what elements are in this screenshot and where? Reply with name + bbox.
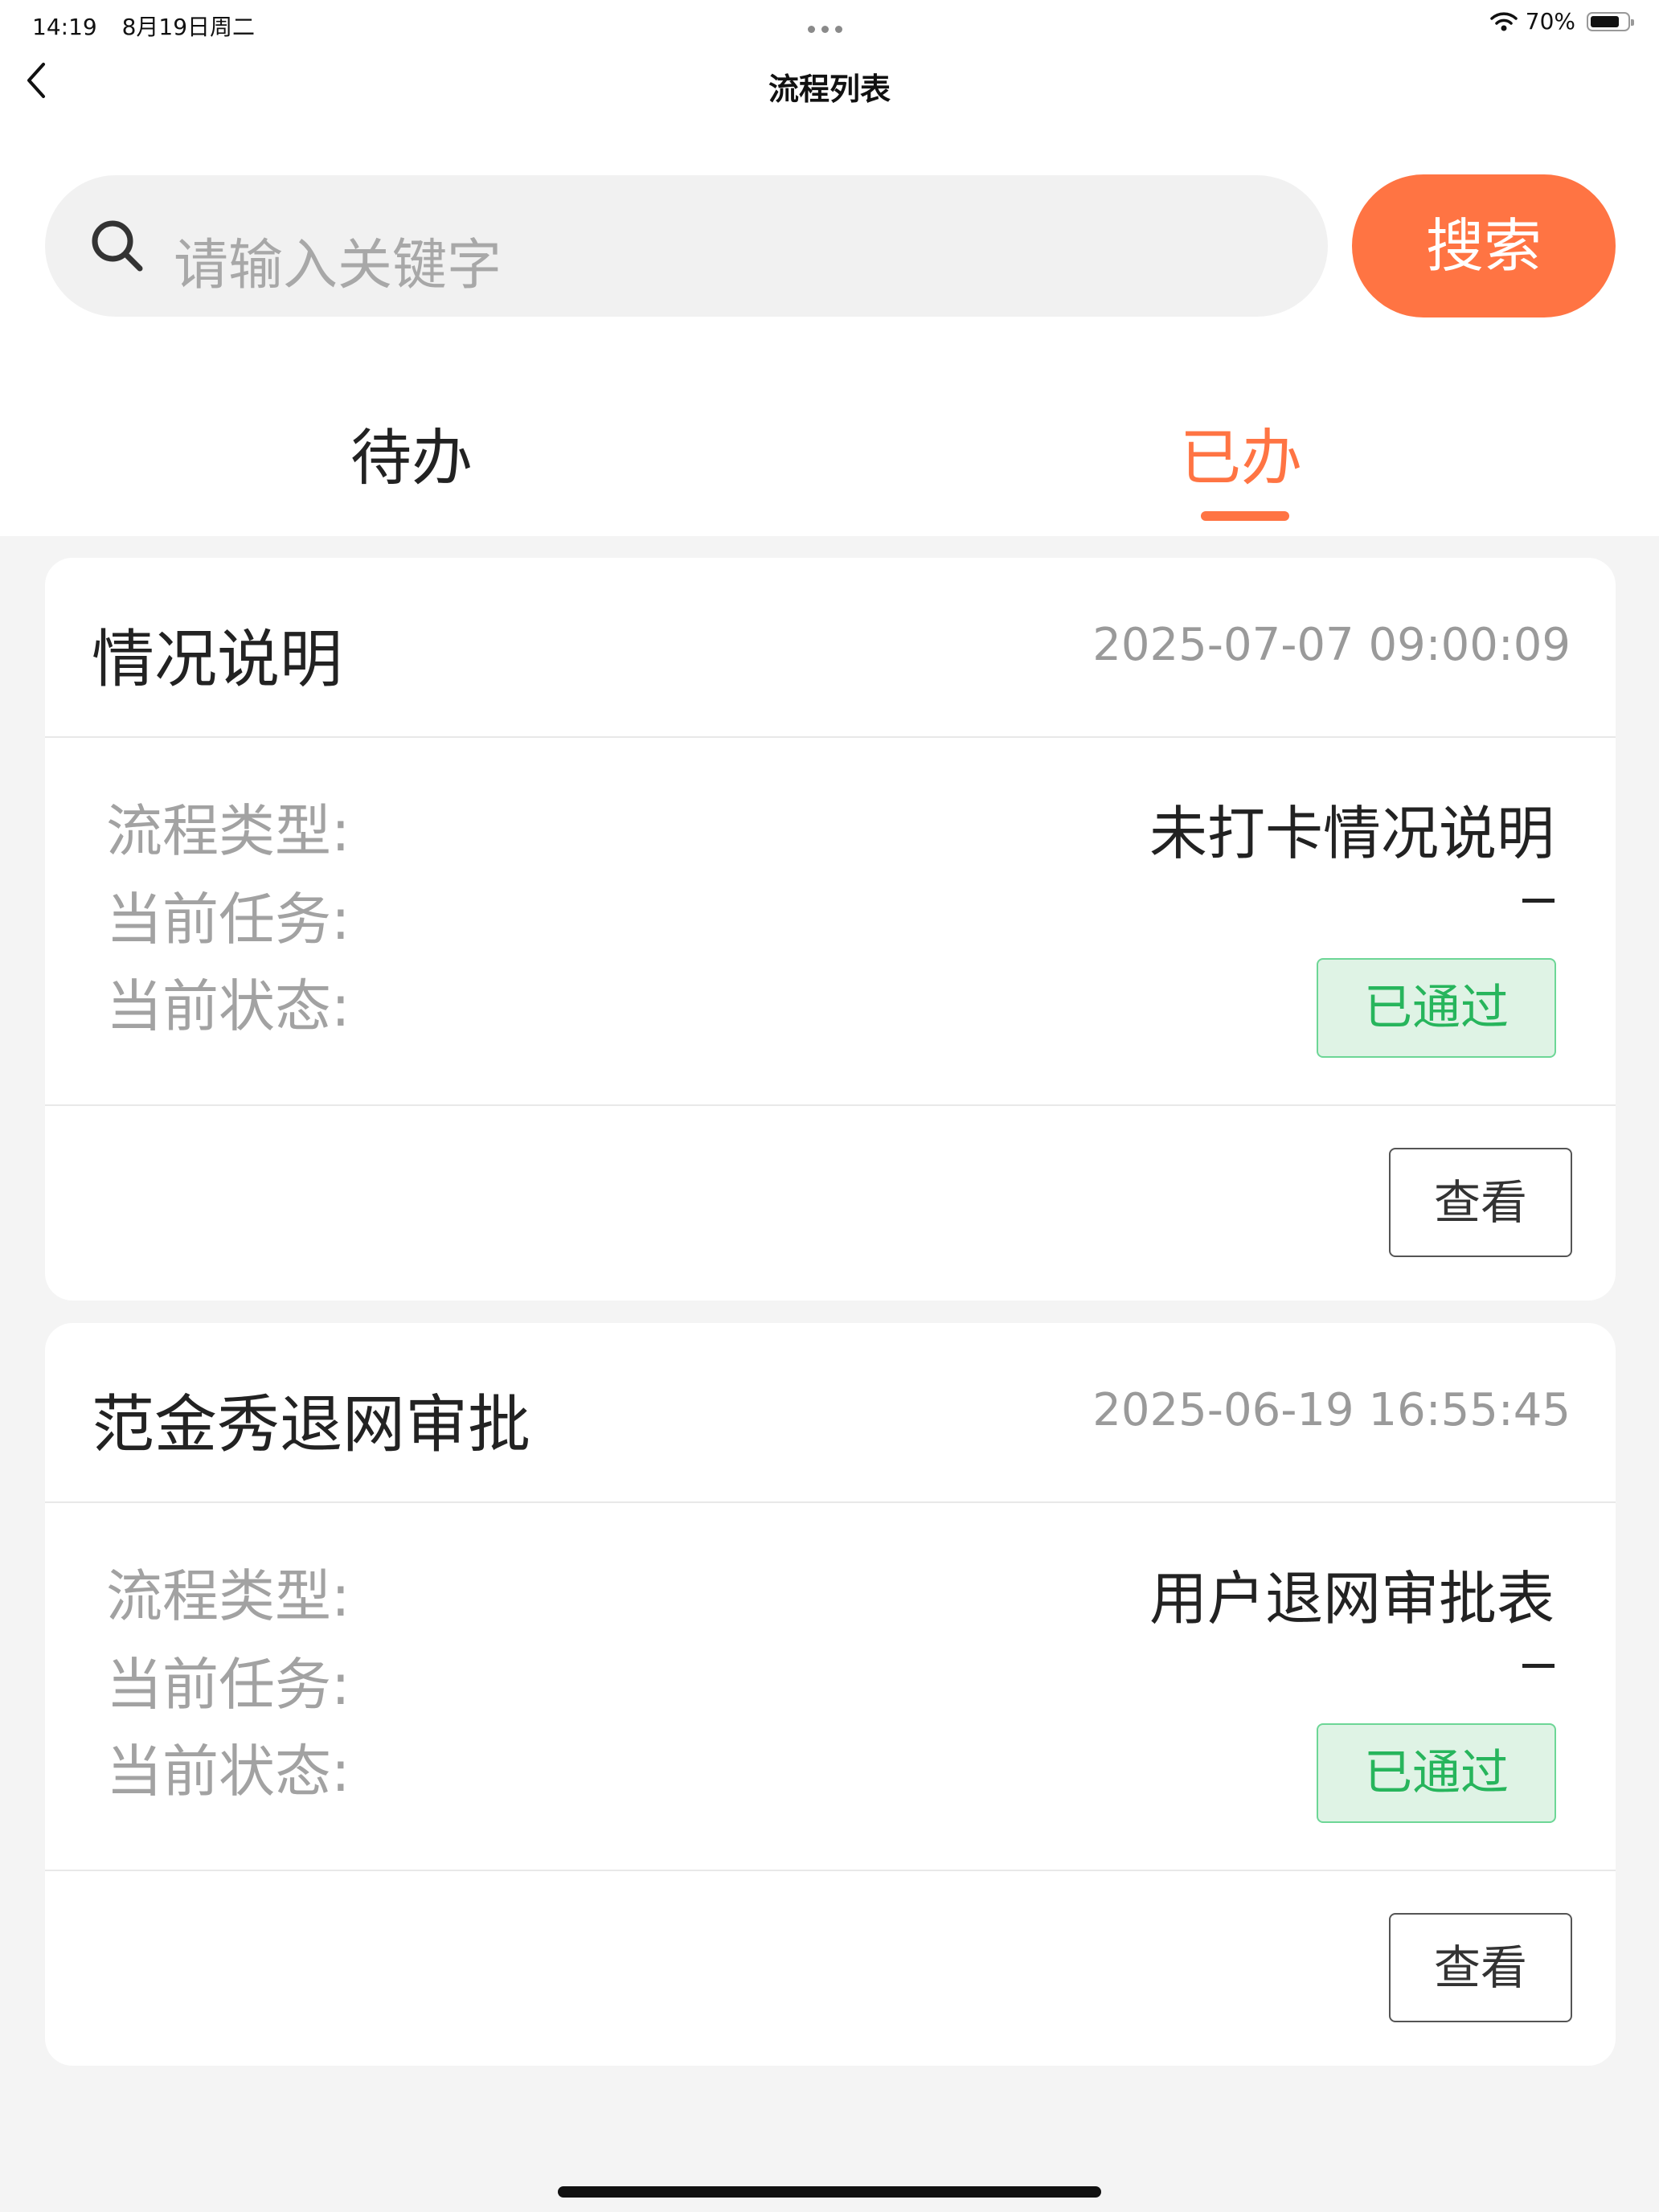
card-time: 2025-07-07 09:00:09 xyxy=(1092,619,1571,671)
search-placeholder: 请输入关键字 xyxy=(174,234,502,297)
wifi-icon xyxy=(1490,11,1518,31)
process-type-label: 流程类型: xyxy=(106,798,350,864)
divider xyxy=(45,1870,1616,1871)
divider xyxy=(45,736,1616,738)
current-task-label: 当前任务: xyxy=(106,1652,350,1718)
process-type-value: 未打卡情况说明 xyxy=(1149,800,1555,867)
page-title: 流程列表 xyxy=(768,72,891,107)
status-time: 14:19 xyxy=(32,14,97,40)
search-input[interactable]: 请输入关键字 xyxy=(45,175,1328,317)
status-bar-left: 14:19 8月19日周二 xyxy=(32,10,272,42)
process-type-label: 流程类型: xyxy=(106,1563,350,1629)
home-indicator[interactable] xyxy=(558,2186,1101,2198)
status-badge: 已通过 xyxy=(1317,1723,1556,1823)
status-bar-right: 70% xyxy=(1490,8,1634,35)
search-button[interactable]: 搜索 xyxy=(1352,174,1616,317)
current-task-label: 当前任务: xyxy=(106,887,350,952)
battery-percent: 70% xyxy=(1525,8,1575,35)
current-task-value xyxy=(1522,899,1555,903)
process-card: 范金秀退网审批 2025-06-19 16:55:45 流程类型: 当前任务: … xyxy=(45,1323,1616,2066)
card-title: 范金秀退网审批 xyxy=(92,1389,531,1461)
status-badge: 已通过 xyxy=(1317,958,1556,1058)
divider xyxy=(45,1104,1616,1106)
card-time: 2025-06-19 16:55:45 xyxy=(1092,1384,1571,1436)
current-state-label: 当前状态: xyxy=(106,1739,350,1804)
current-state-label: 当前状态: xyxy=(106,973,350,1039)
multitasking-dots-icon[interactable] xyxy=(808,21,853,33)
view-button[interactable]: 查看 xyxy=(1389,1913,1572,2022)
battery-icon xyxy=(1587,11,1634,31)
divider xyxy=(45,1501,1616,1503)
search-icon xyxy=(92,220,143,272)
process-type-value: 用户退网审批表 xyxy=(1149,1565,1555,1632)
status-date: 8月19日周二 xyxy=(121,14,256,40)
process-card: 情况说明 2025-07-07 09:00:09 流程类型: 当前任务: 当前状… xyxy=(45,558,1616,1301)
current-task-value xyxy=(1522,1664,1555,1668)
view-button[interactable]: 查看 xyxy=(1389,1148,1572,1257)
tab-todo[interactable]: 待办 xyxy=(350,408,473,497)
card-title: 情况说明 xyxy=(92,624,343,696)
tab-done[interactable]: 已办 xyxy=(1180,408,1302,497)
active-tab-indicator xyxy=(1201,511,1289,521)
